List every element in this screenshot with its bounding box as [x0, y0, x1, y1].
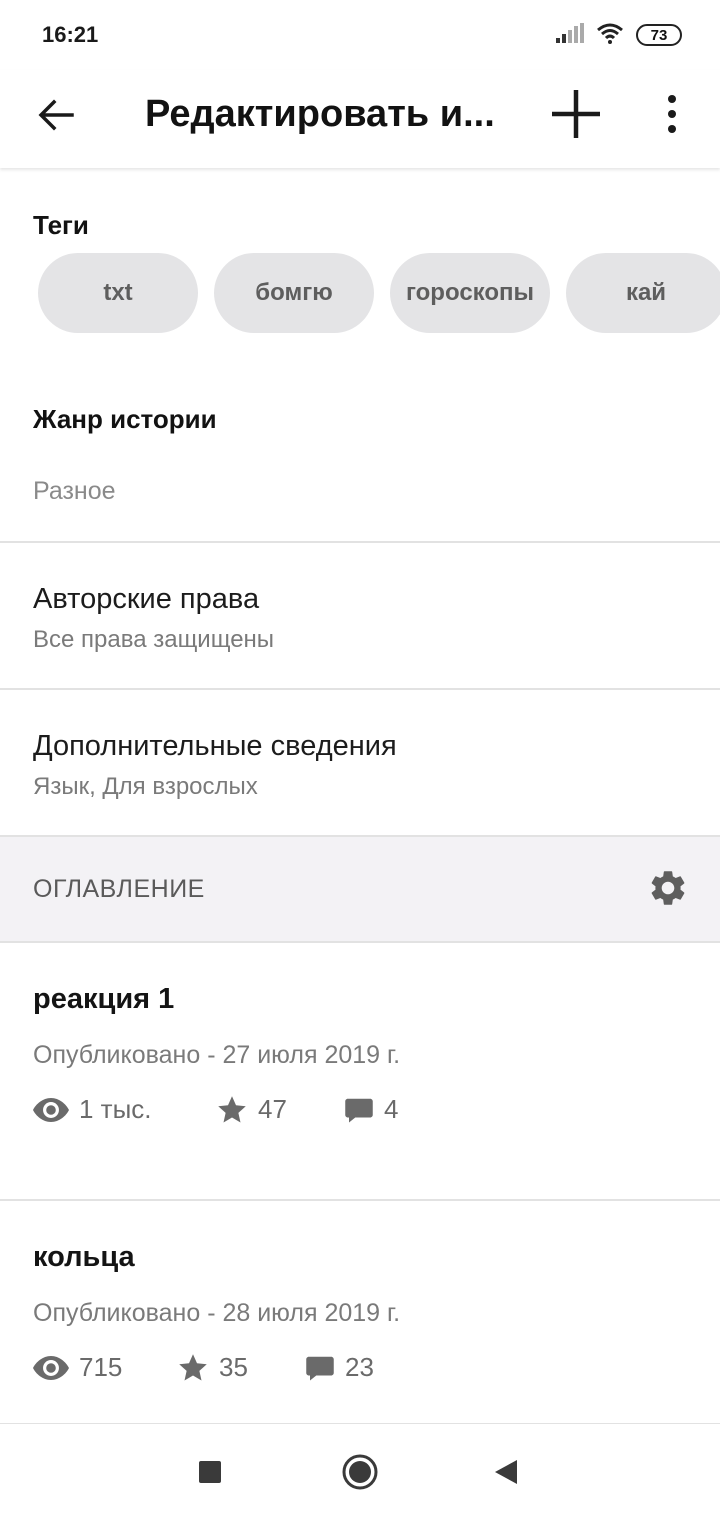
chapter-views: 715 — [33, 1352, 122, 1383]
gear-icon — [651, 871, 685, 905]
page-title: Редактировать и... — [145, 93, 495, 135]
votes-count: 47 — [258, 1094, 287, 1124]
details-item[interactable]: Дополнительные сведения Язык, Для взросл… — [0, 690, 720, 835]
chapter-item[interactable]: кольца Опубликовано - 28 июля 2019 г. 71… — [0, 1201, 720, 1423]
chapter-views: 1 тыс. — [33, 1094, 152, 1125]
wifi-icon — [596, 22, 624, 49]
app-bar: Редактировать и... — [0, 70, 720, 168]
comments-count: 4 — [384, 1094, 399, 1124]
chapter-comments: 23 — [305, 1352, 374, 1383]
tags-row[interactable]: txt бомгю гороскопы кай — [38, 253, 720, 333]
tags-label: Теги — [33, 210, 89, 240]
tag-chip[interactable]: гороскопы — [390, 253, 550, 333]
copyright-item[interactable]: Авторские права Все права защищены — [0, 543, 720, 688]
star-icon — [179, 1353, 207, 1380]
add-part-button[interactable] — [548, 86, 604, 142]
home-circle-icon — [342, 1454, 378, 1490]
tag-chip[interactable]: txt — [38, 253, 198, 333]
more-vertical-icon — [668, 95, 676, 133]
signal-icon — [556, 22, 584, 48]
chapter-title: кольца — [33, 1241, 135, 1273]
views-count: 1 тыс. — [79, 1094, 152, 1124]
star-icon — [218, 1095, 246, 1122]
details-title: Дополнительные сведения — [33, 730, 397, 762]
chapter-votes: 35 — [177, 1352, 248, 1383]
comments-count: 23 — [345, 1352, 374, 1382]
eye-icon — [33, 1355, 69, 1380]
details-subtitle: Язык, Для взрослых — [33, 773, 258, 800]
home-button[interactable] — [336, 1448, 384, 1496]
toc-header: ОГЛАВЛЕНИЕ — [0, 837, 720, 941]
screen: 16:21 73 Редактировать и... Теги txt бом… — [0, 0, 720, 1520]
genre-label: Жанр истории — [33, 404, 217, 434]
chapter-item[interactable]: реакция 1 Опубликовано - 27 июля 2019 г.… — [0, 943, 720, 1199]
system-nav-bar — [0, 1424, 720, 1520]
back-triangle-icon — [495, 1460, 517, 1484]
chapter-published: Опубликовано - 27 июля 2019 г. — [33, 1041, 401, 1069]
chapter-published: Опубликовано - 28 июля 2019 г. — [33, 1299, 401, 1327]
back-arrow-icon — [38, 99, 74, 131]
status-bar: 16:21 73 — [0, 0, 720, 70]
views-count: 715 — [79, 1352, 123, 1382]
chapter-title: реакция 1 — [33, 983, 175, 1015]
recents-button[interactable] — [186, 1448, 234, 1496]
comment-icon — [345, 1098, 373, 1122]
system-back-button[interactable] — [482, 1448, 530, 1496]
copyright-title: Авторские права — [33, 583, 260, 615]
tag-chip[interactable]: бомгю — [214, 253, 374, 333]
recents-square-icon — [199, 1461, 221, 1483]
battery-icon: 73 — [636, 24, 682, 46]
chapter-votes: 47 — [216, 1094, 287, 1125]
toc-settings-button[interactable] — [644, 864, 692, 912]
more-menu-button[interactable] — [650, 88, 694, 140]
eye-icon — [33, 1097, 69, 1122]
back-button[interactable] — [32, 91, 80, 139]
tag-chip[interactable]: кай — [566, 253, 720, 333]
status-time: 16:21 — [42, 22, 99, 47]
genre-value[interactable]: Разное — [33, 477, 116, 506]
votes-count: 35 — [219, 1352, 248, 1382]
plus-icon — [552, 90, 600, 138]
toc-title: ОГЛАВЛЕНИЕ — [33, 875, 205, 903]
status-icons: 73 — [556, 22, 682, 48]
copyright-subtitle: Все права защищены — [33, 626, 275, 653]
chapter-comments: 4 — [344, 1094, 398, 1125]
comment-icon — [306, 1356, 334, 1380]
